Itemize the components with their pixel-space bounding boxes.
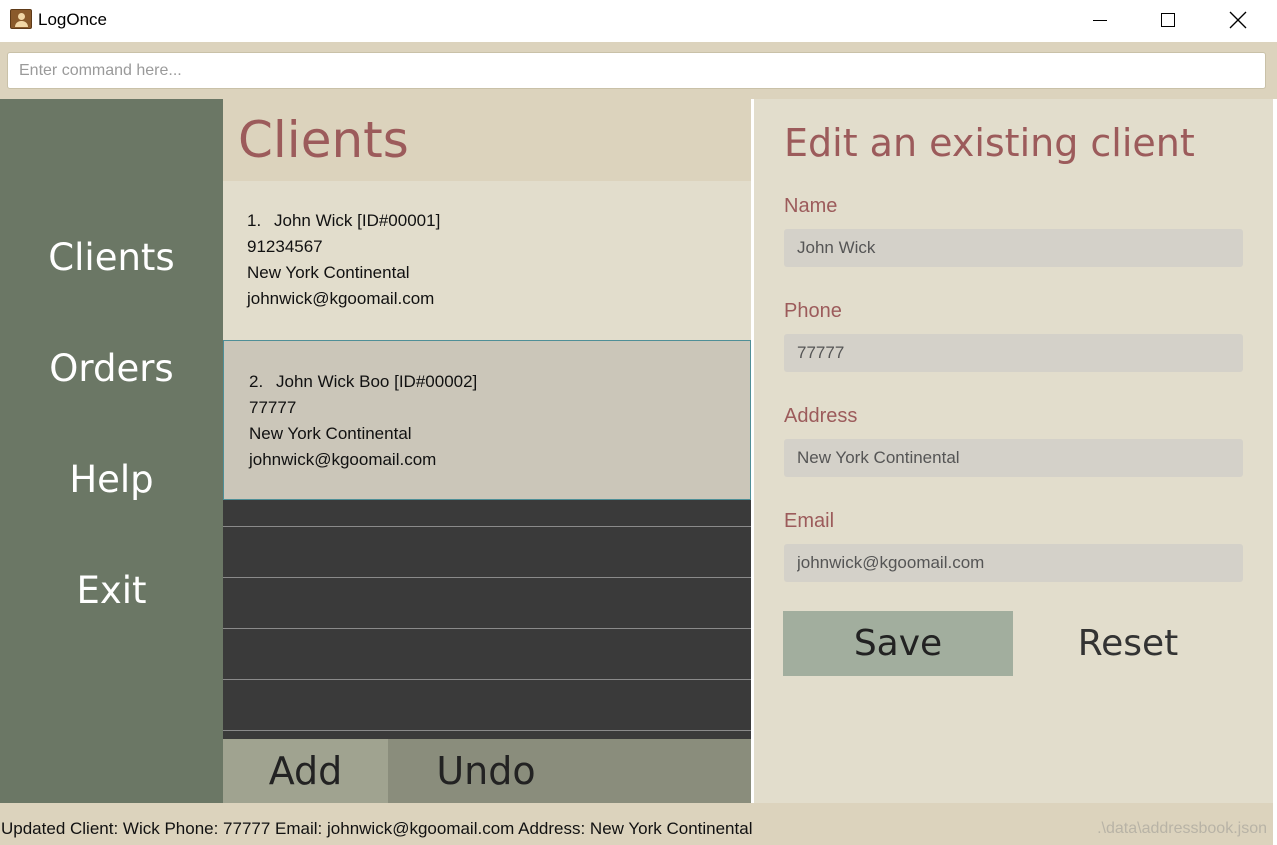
phone-label: Phone — [784, 300, 842, 322]
title-bar: LogOnce — [0, 0, 1277, 42]
edit-client-panel: Edit an existing client Name Phone Addre… — [754, 99, 1273, 803]
client-name: John Wick Boo [ID#00002] — [276, 372, 478, 391]
reset-button[interactable]: Reset — [1013, 611, 1243, 676]
close-button[interactable] — [1215, 0, 1261, 40]
name-label: Name — [784, 195, 838, 217]
address-label: Address — [784, 405, 858, 427]
empty-row-divider — [223, 730, 751, 731]
window-edge — [1273, 99, 1277, 845]
sidebar-item-clients[interactable]: Clients — [0, 236, 223, 279]
edit-title: Edit an existing client — [784, 121, 1195, 165]
client-card-selected[interactable]: 2. John Wick Boo [ID#00002] 77777 New Yo… — [223, 340, 751, 500]
list-heading: Clients — [238, 111, 409, 169]
command-bar — [0, 42, 1277, 99]
client-card[interactable]: 1. John Wick [ID#00001] 91234567 New Yor… — [223, 181, 751, 341]
email-field[interactable] — [784, 544, 1243, 582]
status-message: Updated Client: Wick Phone: 77777 Email:… — [1, 819, 753, 838]
address-field[interactable] — [784, 439, 1243, 477]
empty-row-divider — [223, 679, 751, 680]
client-index: 2. — [249, 372, 264, 391]
maximize-icon — [1161, 13, 1175, 27]
empty-row-divider — [223, 526, 751, 527]
data-file-path: .\data\addressbook.json — [1097, 820, 1267, 837]
minimize-icon — [1093, 19, 1107, 21]
client-phone: 91234567 — [247, 237, 323, 256]
client-email: johnwick@kgoomail.com — [247, 289, 435, 308]
email-label: Email — [784, 510, 835, 532]
save-button[interactable]: Save — [783, 611, 1013, 676]
client-name: John Wick [ID#00001] — [274, 211, 441, 230]
sidebar-item-help[interactable]: Help — [0, 458, 223, 501]
name-field[interactable] — [784, 229, 1243, 267]
empty-row-divider — [223, 577, 751, 578]
command-input[interactable] — [7, 52, 1266, 89]
sidebar-item-exit[interactable]: Exit — [0, 569, 223, 612]
undo-button[interactable]: Undo — [388, 739, 584, 803]
app-contact-icon — [10, 9, 32, 29]
sidebar: Clients Orders Help Exit — [0, 99, 223, 803]
client-phone: 77777 — [249, 398, 297, 417]
maximize-button[interactable] — [1145, 0, 1191, 40]
phone-field[interactable] — [784, 334, 1243, 372]
sidebar-item-orders[interactable]: Orders — [0, 347, 223, 390]
minimize-button[interactable] — [1077, 0, 1123, 40]
window-title: LogOnce — [38, 10, 107, 29]
client-list-panel: Clients 1. John Wick [ID#00001] 91234567… — [223, 99, 751, 803]
empty-row-divider — [223, 628, 751, 629]
client-index: 1. — [247, 211, 262, 230]
add-button[interactable]: Add — [223, 739, 388, 803]
close-icon — [1229, 11, 1247, 29]
list-footer: Add Undo — [223, 739, 751, 803]
client-email: johnwick@kgoomail.com — [249, 450, 437, 469]
list-header: Clients — [223, 99, 751, 181]
client-address: New York Continental — [249, 424, 412, 443]
client-address: New York Continental — [247, 263, 410, 282]
status-bar: Updated Client: Wick Phone: 77777 Email:… — [0, 803, 1273, 845]
